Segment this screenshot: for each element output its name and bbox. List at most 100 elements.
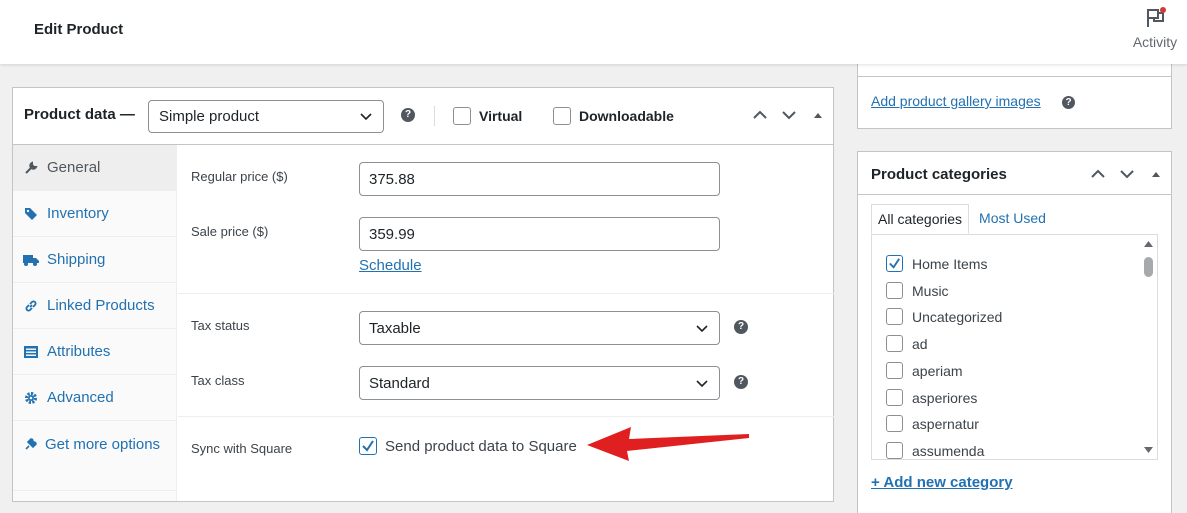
sync-square-checkbox[interactable]: Send product data to Square — [359, 437, 577, 455]
tax-class-select[interactable]: Standard — [359, 366, 720, 400]
flag-icon — [1144, 6, 1166, 32]
checkbox-box[interactable] — [553, 107, 571, 125]
list-item[interactable]: asperiores — [886, 389, 977, 406]
tab-label: Linked Products — [47, 297, 155, 314]
page-title: Edit Product — [34, 21, 124, 38]
checkbox-box[interactable] — [359, 437, 377, 455]
list-item[interactable]: ad — [886, 335, 928, 352]
category-label: assumenda — [912, 442, 985, 459]
product-gallery-box: Add product gallery images ? — [857, 56, 1172, 129]
categories-title: Product categories — [871, 166, 1007, 183]
product-categories-box: Product categories All categories Most U… — [857, 151, 1172, 513]
category-label: aspernatur — [912, 415, 979, 432]
notification-dot — [1160, 7, 1166, 13]
tab-shipping[interactable]: Shipping — [13, 237, 176, 283]
checkbox-box[interactable] — [886, 308, 903, 325]
tab-general[interactable]: General — [13, 145, 176, 191]
tax-status-value: Taxable — [369, 320, 421, 337]
category-label: Music — [912, 282, 949, 299]
checkbox-box[interactable] — [886, 442, 903, 459]
list-item[interactable]: assumenda — [886, 442, 984, 459]
tab-label: Advanced — [47, 389, 114, 406]
add-new-category-link[interactable]: + Add new category — [871, 474, 1013, 491]
scroll-down-icon[interactable] — [1143, 445, 1154, 455]
scrollbar[interactable] — [1140, 235, 1157, 459]
list-icon — [23, 344, 39, 360]
downloadable-label: Downloadable — [579, 108, 674, 124]
list-item[interactable]: Uncategorized — [886, 308, 1002, 325]
tab-attributes[interactable]: Attributes — [13, 329, 176, 375]
tab-label: Attributes — [47, 343, 111, 360]
help-icon[interactable]: ? — [734, 375, 748, 389]
tax-class-value: Standard — [369, 375, 430, 392]
list-item[interactable]: aperiam — [886, 362, 963, 379]
move-down-icon[interactable] — [780, 106, 798, 124]
tab-label: General — [47, 159, 101, 176]
tab-inventory[interactable]: Inventory — [13, 191, 176, 237]
help-icon[interactable]: ? — [401, 108, 415, 122]
category-label: asperiores — [912, 389, 978, 406]
plugin-icon — [23, 436, 39, 452]
scroll-up-icon[interactable] — [1143, 239, 1154, 249]
product-type-select[interactable]: Simple product — [148, 100, 384, 133]
product-data-header: Product data — Simple product ? Virtual … — [13, 88, 833, 145]
checkbox-box[interactable] — [886, 415, 903, 432]
move-down-icon[interactable] — [1118, 165, 1136, 183]
checkbox-box[interactable] — [453, 107, 471, 125]
tax-status-select[interactable]: Taxable — [359, 311, 720, 345]
divider — [178, 416, 834, 417]
regular-price-input[interactable]: 375.88 — [359, 162, 720, 196]
tab-label: Shipping — [47, 251, 106, 268]
move-up-icon[interactable] — [751, 106, 769, 124]
divider — [858, 76, 1171, 77]
category-label: aperiam — [912, 362, 963, 379]
tab-label: Inventory — [47, 205, 109, 222]
tag-icon — [23, 206, 39, 222]
sync-square-checkbox-label: Send product data to Square — [385, 437, 577, 455]
move-up-icon[interactable] — [1089, 165, 1107, 183]
wrench-icon — [23, 160, 39, 176]
sale-price-input[interactable]: 359.99 — [359, 217, 720, 251]
product-data-title: Product data — — [24, 106, 135, 123]
category-label: ad — [912, 335, 928, 352]
help-icon[interactable]: ? — [734, 320, 748, 334]
annotation-arrow-icon — [587, 427, 749, 461]
checkbox-box[interactable] — [886, 282, 903, 299]
tab-most-used[interactable]: Most Used — [973, 204, 1052, 234]
collapse-toggle-icon[interactable] — [812, 109, 824, 121]
list-item[interactable]: Music — [886, 282, 949, 299]
checkbox-box[interactable] — [886, 255, 903, 272]
category-label: Uncategorized — [912, 308, 1003, 325]
list-item[interactable]: aspernatur — [886, 415, 979, 432]
downloadable-checkbox[interactable]: Downloadable — [553, 107, 674, 125]
virtual-checkbox[interactable]: Virtual — [453, 107, 522, 125]
add-gallery-images-link[interactable]: Add product gallery images — [871, 93, 1041, 109]
virtual-label: Virtual — [479, 108, 523, 124]
activity-button[interactable]: Activity — [1129, 6, 1181, 50]
tab-get-more-options[interactable]: Get more options — [13, 421, 176, 491]
category-tabs: All categories Most Used — [871, 204, 1052, 234]
tab-label-wrap: Get more options — [23, 433, 160, 456]
list-item[interactable]: Home Items — [886, 255, 987, 272]
tab-linked-products[interactable]: Linked Products — [13, 283, 176, 329]
tab-all-categories[interactable]: All categories — [871, 204, 970, 234]
gear-icon — [23, 390, 39, 406]
checkbox-box[interactable] — [886, 389, 903, 406]
collapse-toggle-icon[interactable] — [1150, 168, 1162, 180]
categories-header: Product categories — [858, 152, 1171, 195]
tab-advanced[interactable]: Advanced — [13, 375, 176, 421]
category-checklist[interactable]: Home Items Music Uncategorized ad aperia… — [871, 234, 1158, 460]
category-label: Home Items — [912, 255, 988, 272]
regular-price-label: Regular price ($) — [191, 169, 288, 184]
scrollbar-thumb[interactable] — [1144, 257, 1153, 277]
help-icon[interactable]: ? — [1062, 96, 1075, 109]
checkbox-box[interactable] — [886, 335, 903, 352]
chevron-down-icon — [696, 380, 708, 388]
checkbox-box[interactable] — [886, 362, 903, 379]
tab-label: Get more options — [45, 436, 161, 453]
product-data-tabs: General Inventory Shipping Linked Produc… — [13, 145, 177, 501]
divider — [434, 106, 435, 126]
schedule-link[interactable]: Schedule — [359, 257, 422, 274]
divider — [178, 293, 834, 294]
sync-square-label: Sync with Square — [191, 441, 293, 456]
